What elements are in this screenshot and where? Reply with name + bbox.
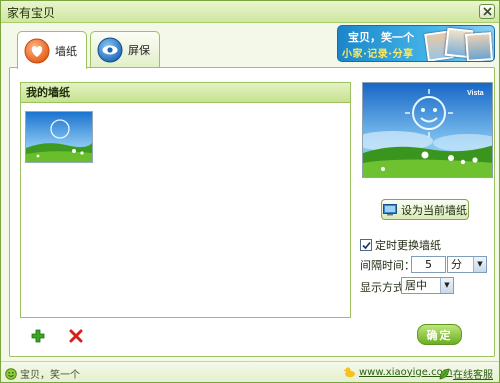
tab-label: 屏保 bbox=[128, 44, 150, 57]
banner-photo bbox=[465, 32, 493, 61]
promo-banner[interactable]: 宝贝，笑一个 小家·记录·分享 bbox=[337, 25, 495, 62]
monitor-icon bbox=[383, 203, 397, 215]
chevron-down-icon[interactable]: ▼ bbox=[473, 257, 486, 272]
set-wallpaper-button[interactable]: 设为当前墙纸 bbox=[381, 199, 469, 220]
ok-button[interactable]: 确定 bbox=[417, 324, 462, 345]
preview-image: Vista bbox=[363, 83, 492, 177]
eye-icon bbox=[97, 37, 123, 63]
heart-icon bbox=[24, 38, 50, 63]
interval-row: 间隔时间： 分 ▼ bbox=[360, 256, 487, 273]
wallpaper-thumbnail[interactable] bbox=[25, 111, 93, 163]
checkmark-icon bbox=[361, 241, 371, 249]
website-link[interactable]: www.xiaoyige.com bbox=[344, 366, 452, 378]
close-button[interactable] bbox=[479, 4, 495, 19]
interval-unit-select[interactable]: 分 ▼ bbox=[447, 256, 487, 273]
window-title: 家有宝贝 bbox=[7, 6, 56, 20]
status-slogan: 宝贝，笑一个 bbox=[5, 366, 80, 381]
interval-unit-value: 分 bbox=[451, 258, 462, 271]
auto-change-checkbox[interactable] bbox=[360, 239, 372, 251]
delete-x-icon bbox=[69, 329, 83, 343]
duck-icon bbox=[344, 367, 355, 378]
auto-change-label: 定时更换墙纸 bbox=[375, 239, 441, 252]
app-window: 家有宝贝 宝贝，笑一个 小家·记录·分享 墙纸 屏保 我的墙纸 Vista 设为… bbox=[0, 0, 500, 383]
smiley-icon bbox=[5, 367, 17, 380]
banner-tagline: 小家·记录·分享 bbox=[342, 49, 414, 60]
online-service-text: 在线客服 bbox=[453, 370, 493, 381]
wallpaper-list-panel: 我的墙纸 bbox=[20, 82, 351, 318]
tab-bar: 墙纸 屏保 bbox=[17, 31, 163, 69]
preview-logo-text: Vista bbox=[467, 90, 484, 97]
banner-slogan: 宝贝，笑一个 bbox=[348, 31, 414, 44]
title-bar[interactable]: 家有宝贝 bbox=[1, 1, 499, 23]
leaf-icon bbox=[439, 368, 450, 379]
interval-label: 间隔时间： bbox=[360, 258, 415, 272]
thumbnail-image bbox=[26, 112, 92, 162]
status-bar: 宝贝，笑一个 www.xiaoyige.com 在线客服 bbox=[1, 361, 499, 382]
add-wallpaper-button[interactable] bbox=[31, 329, 45, 343]
panel-header: 我的墙纸 bbox=[21, 83, 350, 103]
tab-wallpaper[interactable]: 墙纸 bbox=[17, 31, 87, 69]
delete-wallpaper-button[interactable] bbox=[69, 329, 83, 343]
wallpaper-preview: Vista bbox=[362, 82, 493, 178]
online-service-link[interactable]: 在线客服 bbox=[439, 366, 493, 381]
status-slogan-text: 宝贝，笑一个 bbox=[20, 370, 80, 381]
display-mode-select[interactable]: 居中 ▼ bbox=[401, 277, 454, 294]
set-wallpaper-label: 设为当前墙纸 bbox=[401, 203, 467, 217]
plus-icon bbox=[31, 329, 45, 343]
close-icon bbox=[482, 7, 492, 16]
tab-label: 墙纸 bbox=[55, 44, 77, 58]
display-mode-value: 居中 bbox=[405, 279, 427, 292]
chevron-down-icon[interactable]: ▼ bbox=[440, 278, 453, 293]
tab-screensaver[interactable]: 屏保 bbox=[90, 31, 160, 68]
auto-change-row: 定时更换墙纸 bbox=[360, 237, 441, 253]
interval-input[interactable] bbox=[411, 256, 446, 273]
